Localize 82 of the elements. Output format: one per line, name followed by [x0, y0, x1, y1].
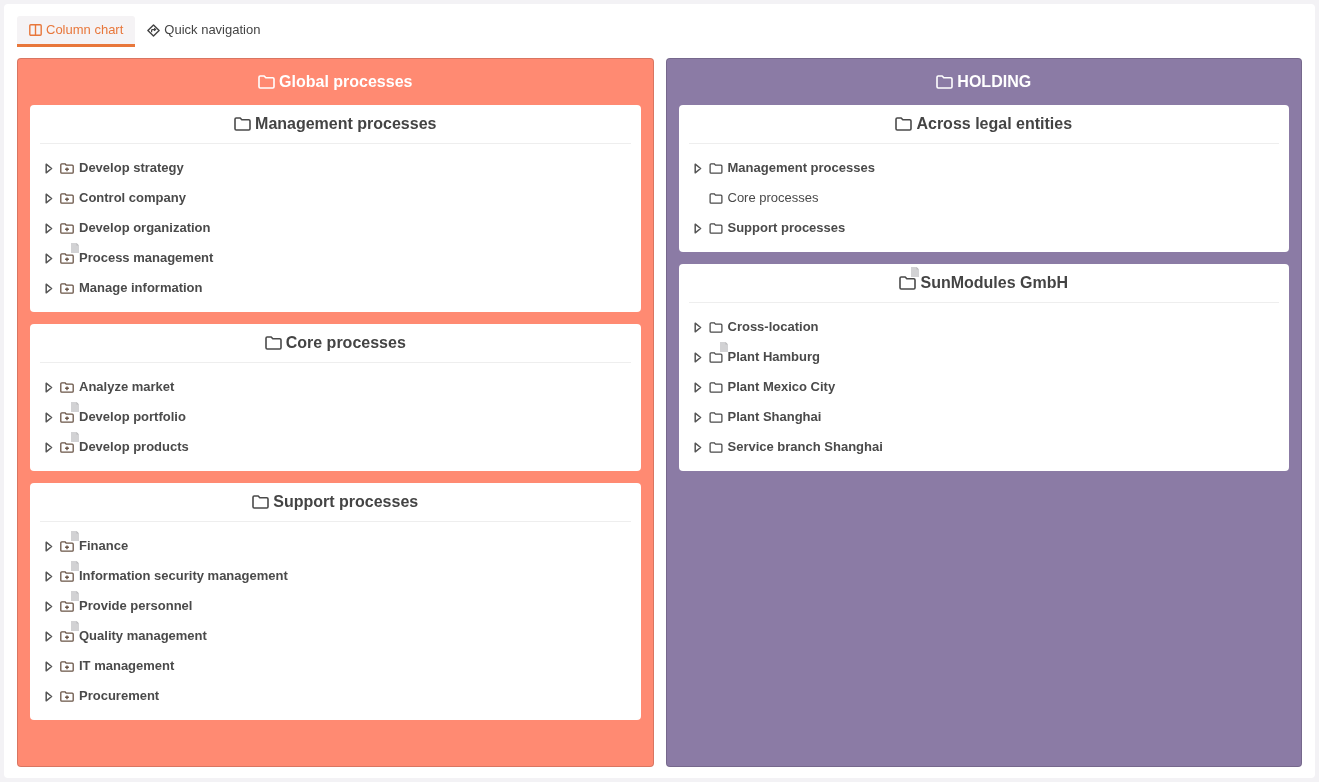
caret-right-icon[interactable] [45, 690, 53, 702]
folder-plus-icon [60, 540, 74, 552]
tree-item-label[interactable]: Plant Hamburg [727, 347, 820, 367]
folder-icon [708, 222, 723, 234]
tree-item-label[interactable]: Service branch Shanghai [727, 437, 883, 457]
caret-right-icon[interactable] [693, 441, 702, 453]
caret-right-icon[interactable] [693, 411, 702, 423]
card-title: Management processes [255, 114, 437, 134]
tree-item-label[interactable]: Finance [79, 536, 129, 556]
tree-item-label[interactable]: Process management [79, 248, 214, 268]
folder-icon [708, 381, 723, 393]
caret-right-icon[interactable] [45, 600, 53, 612]
caret-right-icon[interactable] [45, 540, 53, 552]
folder-plus-icon [60, 441, 74, 453]
folder-icon [895, 117, 913, 131]
folder-icon [708, 162, 723, 174]
caret-right-icon[interactable] [45, 222, 53, 234]
caret-right-icon[interactable] [45, 570, 53, 582]
tree-item-label[interactable]: Provide personnel [79, 596, 193, 616]
folder-plus-icon [60, 282, 74, 294]
folder-icon [936, 75, 954, 89]
tree-item-label[interactable]: Core processes [727, 188, 819, 208]
tree-item-label[interactable]: Cross-location [727, 317, 819, 337]
tree-item-label[interactable]: Support processes [727, 218, 846, 238]
folder-plus-icon [60, 570, 74, 582]
caret-right-icon[interactable] [45, 381, 53, 393]
folder-plus-icon [60, 660, 74, 672]
caret-right-icon[interactable] [45, 282, 53, 294]
tree-item-label[interactable]: Manage information [79, 278, 203, 298]
tab[interactable]: Quick navigation [135, 16, 273, 47]
tree-item-label[interactable]: Develop products [79, 437, 189, 457]
folder-plus-icon [60, 690, 74, 702]
folder-icon [258, 75, 276, 89]
folder-plus-icon [60, 252, 74, 264]
folder-plus-icon [60, 411, 74, 423]
tree-item-label[interactable]: Plant Mexico City [727, 377, 836, 397]
folder-icon [708, 441, 723, 453]
caret-right-icon[interactable] [45, 630, 53, 642]
tree-item-label[interactable]: IT management [79, 656, 175, 676]
folder-plus-icon [60, 162, 74, 174]
folder-icon [252, 495, 270, 509]
card-title: Core processes [285, 333, 406, 353]
column-title: HOLDING [957, 72, 1032, 92]
caret-right-icon[interactable] [693, 351, 702, 363]
caret-right-icon[interactable] [45, 252, 53, 264]
tree-item-label[interactable]: Quality management [79, 626, 207, 646]
caret-right-icon[interactable] [45, 411, 53, 423]
diamond-arrow-icon [147, 23, 161, 37]
card-title: Support processes [273, 492, 419, 512]
folder-icon [234, 117, 252, 131]
caret-right-icon[interactable] [45, 162, 53, 174]
tree-item-label[interactable]: Develop strategy [79, 158, 184, 178]
folder-icon [264, 336, 282, 350]
caret-right-icon[interactable] [693, 321, 702, 333]
caret-right-icon[interactable] [45, 192, 53, 204]
caret-right-icon[interactable] [693, 381, 702, 393]
tree-item-label[interactable]: Plant Shanghai [727, 407, 822, 427]
column-title: Global processes [279, 72, 413, 92]
caret-right-icon[interactable] [45, 441, 53, 453]
folder-plus-icon [60, 192, 74, 204]
tree-item-label[interactable]: Analyze market [79, 377, 175, 397]
folder-plus-icon [60, 222, 74, 234]
tree-item-label[interactable]: Develop portfolio [79, 407, 186, 427]
folder-plus-icon [60, 381, 74, 393]
caret-right-icon[interactable] [45, 660, 53, 672]
tree-item-label[interactable]: Develop organization [79, 218, 211, 238]
caret-right-icon[interactable] [693, 222, 702, 234]
folder-plus-icon [60, 600, 74, 612]
tree-item-label[interactable]: Management processes [727, 158, 875, 178]
folder-icon [708, 351, 723, 363]
folder-icon [708, 411, 723, 423]
folder-icon [708, 192, 723, 204]
tree-item-label[interactable]: Procurement [79, 686, 160, 706]
tree-item-label[interactable]: Information security management [79, 566, 288, 586]
card-title: Across legal entities [916, 114, 1073, 134]
columns-icon [29, 24, 42, 36]
folder-icon [708, 321, 723, 333]
folder-icon [899, 276, 917, 290]
folder-plus-icon [60, 630, 74, 642]
caret-right-icon[interactable] [693, 162, 702, 174]
card-title: SunModules GmbH [920, 273, 1069, 293]
tree-item-label[interactable]: Control company [79, 188, 186, 208]
